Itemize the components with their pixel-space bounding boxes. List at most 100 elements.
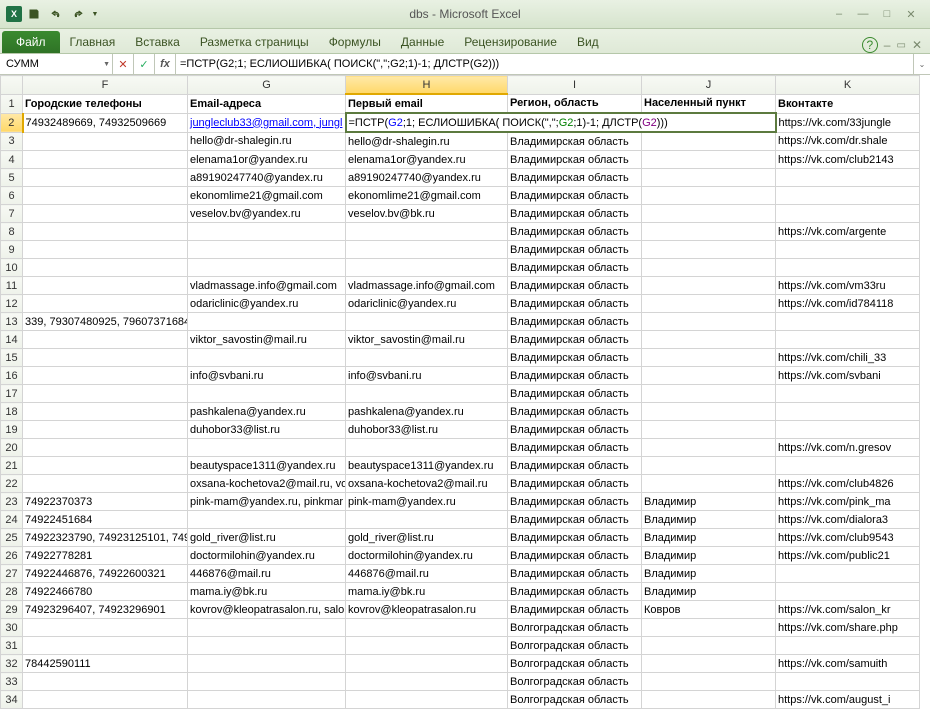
cell-J14[interactable]	[642, 331, 776, 349]
cell-H5[interactable]: a89190247740@yandex.ru	[346, 169, 508, 187]
cell-J33[interactable]	[642, 673, 776, 691]
cell-G4[interactable]: elenama1or@yandex.ru	[188, 151, 346, 169]
cell-G5[interactable]: a89190247740@yandex.ru	[188, 169, 346, 187]
cell-H24[interactable]	[346, 511, 508, 529]
cell-I7[interactable]: Владимирская область	[508, 205, 642, 223]
cell-H10[interactable]	[346, 259, 508, 277]
cell-G8[interactable]	[188, 223, 346, 241]
cell-J4[interactable]	[642, 151, 776, 169]
row-header-15[interactable]: 15	[1, 349, 23, 367]
cell-I28[interactable]: Владимирская область	[508, 583, 642, 601]
cell-F29[interactable]: 74923296407, 74923296901	[23, 601, 188, 619]
cell-H15[interactable]	[346, 349, 508, 367]
tab-insert[interactable]: Вставка	[125, 31, 190, 53]
cell-J19[interactable]	[642, 421, 776, 439]
cell-H17[interactable]	[346, 385, 508, 403]
cell-F3[interactable]	[23, 132, 188, 151]
row-header-8[interactable]: 8	[1, 223, 23, 241]
cell-K15[interactable]: https://vk.com/chili_33	[776, 349, 920, 367]
cell-H26[interactable]: doctormilohin@yandex.ru	[346, 547, 508, 565]
cell-J8[interactable]	[642, 223, 776, 241]
cell-J34[interactable]	[642, 691, 776, 709]
cell-I26[interactable]: Владимирская область	[508, 547, 642, 565]
cell-I12[interactable]: Владимирская область	[508, 295, 642, 313]
row-header-13[interactable]: 13	[1, 313, 23, 331]
cell-K7[interactable]	[776, 205, 920, 223]
row-header-20[interactable]: 20	[1, 439, 23, 457]
row-header-25[interactable]: 25	[1, 529, 23, 547]
cell-J11[interactable]	[642, 277, 776, 295]
cell-J6[interactable]	[642, 187, 776, 205]
help-button[interactable]: ?	[862, 37, 878, 53]
cell-H14[interactable]: viktor_savostin@mail.ru	[346, 331, 508, 349]
cell-K33[interactable]	[776, 673, 920, 691]
name-box[interactable]: СУММ ▼	[0, 54, 113, 74]
cell-K8[interactable]: https://vk.com/argente	[776, 223, 920, 241]
cell-K22[interactable]: https://vk.com/club4826	[776, 475, 920, 493]
cell-G9[interactable]	[188, 241, 346, 259]
col-header-H[interactable]: H	[346, 76, 508, 95]
row-header-12[interactable]: 12	[1, 295, 23, 313]
cell-G29[interactable]: kovrov@kleopatrasalon.ru, salo	[188, 601, 346, 619]
cell-I4[interactable]: Владимирская область	[508, 151, 642, 169]
cell-I20[interactable]: Владимирская область	[508, 439, 642, 457]
cell-G33[interactable]	[188, 673, 346, 691]
cell-G12[interactable]: odariclinic@yandex.ru	[188, 295, 346, 313]
confirm-edit-button[interactable]: ✓	[134, 54, 155, 74]
row-header-19[interactable]: 19	[1, 421, 23, 439]
col-header-K[interactable]: K	[776, 76, 920, 95]
row-header-32[interactable]: 32	[1, 655, 23, 673]
cell-I9[interactable]: Владимирская область	[508, 241, 642, 259]
cell-J17[interactable]	[642, 385, 776, 403]
cell-F33[interactable]	[23, 673, 188, 691]
cell-I11[interactable]: Владимирская область	[508, 277, 642, 295]
cell-H8[interactable]	[346, 223, 508, 241]
tab-data[interactable]: Данные	[391, 31, 454, 53]
cell-I5[interactable]: Владимирская область	[508, 169, 642, 187]
cell-F25[interactable]: 74922323790, 74923125101, 7492	[23, 529, 188, 547]
cell-F11[interactable]	[23, 277, 188, 295]
cell-F15[interactable]	[23, 349, 188, 367]
doc-close-button[interactable]: ✕	[912, 38, 922, 52]
row-header-22[interactable]: 22	[1, 475, 23, 493]
cell-G26[interactable]: doctormilohin@yandex.ru	[188, 547, 346, 565]
cell-H32[interactable]	[346, 655, 508, 673]
cell-J18[interactable]	[642, 403, 776, 421]
cell-F13[interactable]: 339, 79307480925, 79607371684	[23, 313, 188, 331]
cell-F26[interactable]: 74922778281	[23, 547, 188, 565]
cell-J16[interactable]	[642, 367, 776, 385]
cell-K5[interactable]	[776, 169, 920, 187]
cell-I10[interactable]: Владимирская область	[508, 259, 642, 277]
row-header-27[interactable]: 27	[1, 565, 23, 583]
cell-K29[interactable]: https://vk.com/salon_kr	[776, 601, 920, 619]
cell-I34[interactable]: Волгоградская область	[508, 691, 642, 709]
cell-J29[interactable]: Ковров	[642, 601, 776, 619]
cell-G7[interactable]: veselov.bv@yandex.ru	[188, 205, 346, 223]
tab-view[interactable]: Вид	[567, 31, 609, 53]
cell-F10[interactable]	[23, 259, 188, 277]
cell-K3[interactable]: https://vk.com/dr.shale	[776, 132, 920, 151]
cell-H28[interactable]: mama.iy@bk.ru	[346, 583, 508, 601]
cell-K9[interactable]	[776, 241, 920, 259]
cell-J7[interactable]	[642, 205, 776, 223]
cell-F34[interactable]	[23, 691, 188, 709]
close-button[interactable]: ✕	[902, 7, 920, 21]
cell-K13[interactable]	[776, 313, 920, 331]
cell-K28[interactable]	[776, 583, 920, 601]
cell-K16[interactable]: https://vk.com/svbani	[776, 367, 920, 385]
spreadsheet-grid[interactable]: FGHIJK1Городские телефоныEmail-адресаПер…	[0, 75, 930, 709]
row-header-23[interactable]: 23	[1, 493, 23, 511]
row-header-5[interactable]: 5	[1, 169, 23, 187]
cell-J10[interactable]	[642, 259, 776, 277]
cell-F20[interactable]	[23, 439, 188, 457]
cell-K4[interactable]: https://vk.com/club2143	[776, 151, 920, 169]
ribbon-minimize-button[interactable]: ‒	[884, 38, 891, 52]
row-header-1[interactable]: 1	[1, 94, 23, 113]
cell-I8[interactable]: Владимирская область	[508, 223, 642, 241]
cell-J32[interactable]	[642, 655, 776, 673]
cell-J28[interactable]: Владимир	[642, 583, 776, 601]
row-header-29[interactable]: 29	[1, 601, 23, 619]
cell-J31[interactable]	[642, 637, 776, 655]
cell-F18[interactable]	[23, 403, 188, 421]
redo-button[interactable]	[68, 4, 88, 24]
